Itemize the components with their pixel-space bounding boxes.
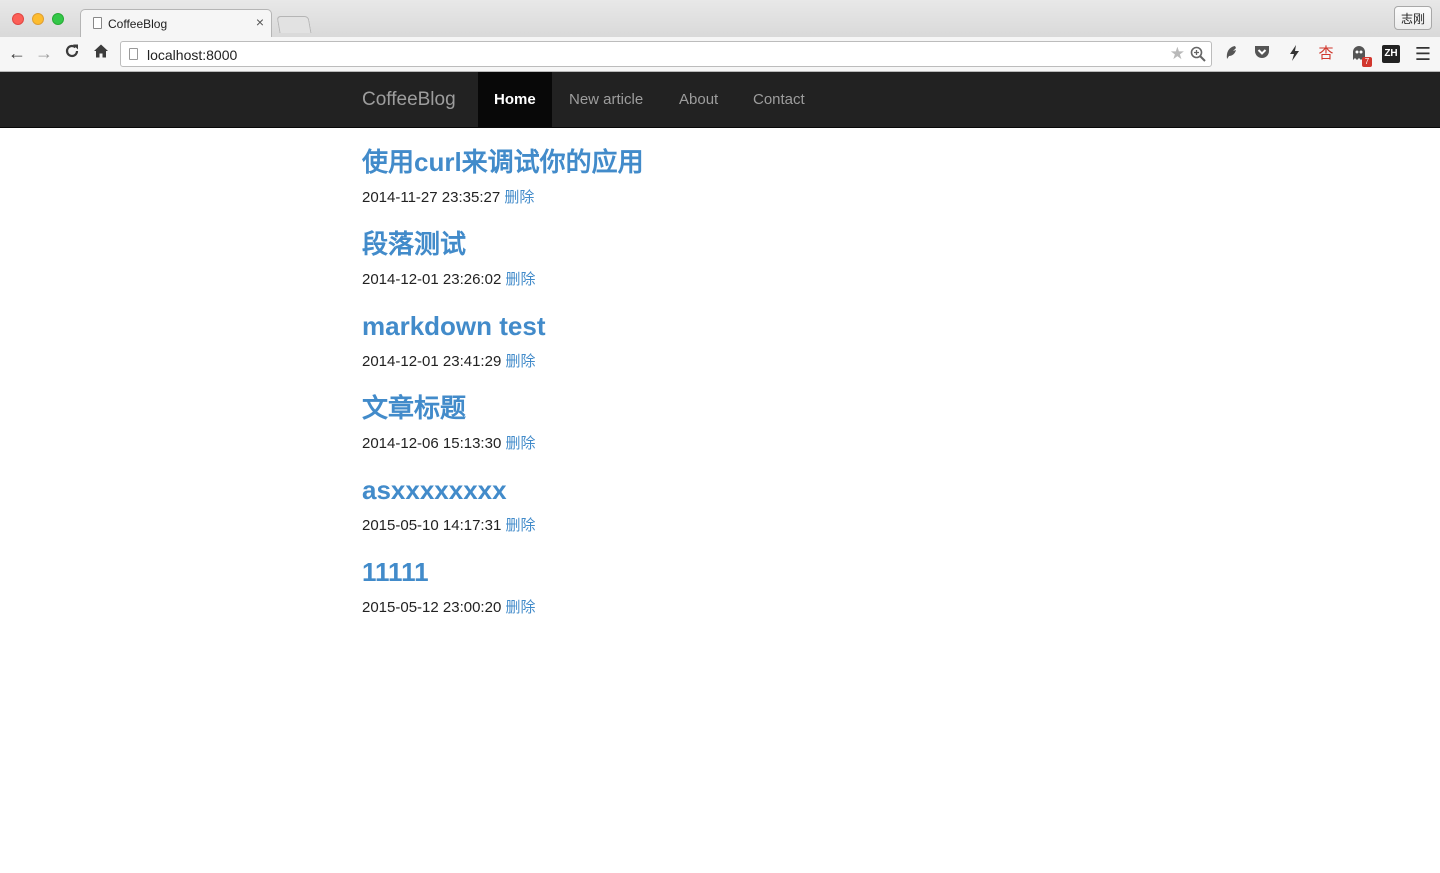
site-navbar: CoffeeBlog Home New article About Contac… xyxy=(0,72,1440,128)
minimize-window-button[interactable] xyxy=(32,13,44,25)
article-title-link[interactable]: 文章标题 xyxy=(362,392,466,424)
article-title-link[interactable]: 11111 xyxy=(362,556,429,588)
article-meta: 2014-12-01 23:26:02 删除 xyxy=(362,270,535,290)
nav-about[interactable]: About xyxy=(663,72,734,127)
article-item: 段落测试 2014-12-01 23:26:02 删除 xyxy=(362,210,1062,292)
lightning-icon[interactable] xyxy=(1284,44,1304,64)
tab-title: CoffeeBlog xyxy=(108,17,168,31)
ghostery-icon[interactable]: 7 xyxy=(1349,44,1372,67)
article-title-link[interactable]: 使用curl来调试你的应用 xyxy=(362,146,644,178)
extension-badge: 7 xyxy=(1362,57,1372,67)
article-title-link[interactable]: 段落测试 xyxy=(362,228,466,260)
reload-icon[interactable] xyxy=(63,42,81,64)
article-meta: 2015-05-10 14:17:31 删除 xyxy=(362,516,535,536)
star-icon[interactable]: ★ xyxy=(1170,44,1185,64)
zoom-icon[interactable] xyxy=(1189,45,1207,63)
delete-link[interactable]: 删除 xyxy=(505,599,535,616)
page-icon xyxy=(93,17,102,29)
article-date: 2014-12-06 15:13:30 xyxy=(362,435,502,452)
article-meta: 2014-12-01 23:41:29 删除 xyxy=(362,352,535,372)
article-item: markdown test 2014-12-01 23:41:29 删除 xyxy=(362,292,1062,374)
maximize-window-button[interactable] xyxy=(52,13,64,25)
article-title-link[interactable]: asxxxxxxxx xyxy=(362,474,507,506)
article-item: asxxxxxxxx 2015-05-10 14:17:31 删除 xyxy=(362,456,1062,538)
delete-link[interactable]: 删除 xyxy=(505,435,535,452)
page-icon xyxy=(129,48,138,60)
article-date: 2015-05-10 14:17:31 xyxy=(362,517,502,534)
forward-arrow-icon[interactable]: → xyxy=(35,43,53,63)
new-tab-button[interactable] xyxy=(276,16,312,33)
article-date: 2015-05-12 23:00:20 xyxy=(362,599,502,616)
article-meta: 2014-11-27 23:35:27 删除 xyxy=(362,188,534,208)
close-window-button[interactable] xyxy=(12,13,24,25)
article-date: 2014-12-01 23:41:29 xyxy=(362,353,502,370)
back-arrow-icon[interactable]: ← xyxy=(8,43,26,63)
brand-logo[interactable]: CoffeeBlog xyxy=(362,89,456,111)
article-item: 11111 2015-05-12 23:00:20 删除 xyxy=(362,538,1062,620)
article-item: 使用curl来调试你的应用 2014-11-27 23:35:27 删除 xyxy=(362,128,1062,210)
nav-new-article[interactable]: New article xyxy=(553,72,659,127)
delete-link[interactable]: 删除 xyxy=(504,189,534,206)
nav-contact[interactable]: Contact xyxy=(737,72,821,127)
apricot-extension-icon[interactable]: 杏 xyxy=(1316,44,1336,64)
pocket-icon[interactable] xyxy=(1252,44,1272,64)
article-meta: 2014-12-06 15:13:30 删除 xyxy=(362,434,535,454)
profile-button[interactable]: 志刚 xyxy=(1393,6,1432,30)
menu-icon[interactable]: ☰ xyxy=(1413,44,1433,64)
browser-toolbar: ← → localhost:8000 ★ 杏 7 ZH ☰ xyxy=(0,37,1440,72)
nav-home[interactable]: Home xyxy=(478,72,552,127)
address-bar[interactable]: localhost:8000 ★ xyxy=(120,41,1212,67)
feather-extension-icon[interactable] xyxy=(1221,44,1241,64)
article-date: 2014-12-01 23:26:02 xyxy=(362,271,502,288)
delete-link[interactable]: 删除 xyxy=(505,353,535,370)
article-meta: 2015-05-12 23:00:20 删除 xyxy=(362,598,535,618)
zh-extension-icon[interactable]: ZH xyxy=(1382,45,1400,63)
article-item: 文章标题 2014-12-06 15:13:30 删除 xyxy=(362,374,1062,456)
home-icon[interactable] xyxy=(92,42,110,64)
delete-link[interactable]: 删除 xyxy=(505,517,535,534)
browser-titlebar: CoffeeBlog × 志刚 xyxy=(0,0,1440,37)
url-text[interactable]: localhost:8000 xyxy=(147,47,237,63)
article-list: 使用curl来调试你的应用 2014-11-27 23:35:27 删除 段落测… xyxy=(362,128,1062,620)
delete-link[interactable]: 删除 xyxy=(505,271,535,288)
browser-tab[interactable]: CoffeeBlog × xyxy=(80,9,272,37)
tab-close-icon[interactable]: × xyxy=(256,15,264,29)
article-title-link[interactable]: markdown test xyxy=(362,310,546,342)
article-date: 2014-11-27 23:35:27 xyxy=(362,189,501,206)
